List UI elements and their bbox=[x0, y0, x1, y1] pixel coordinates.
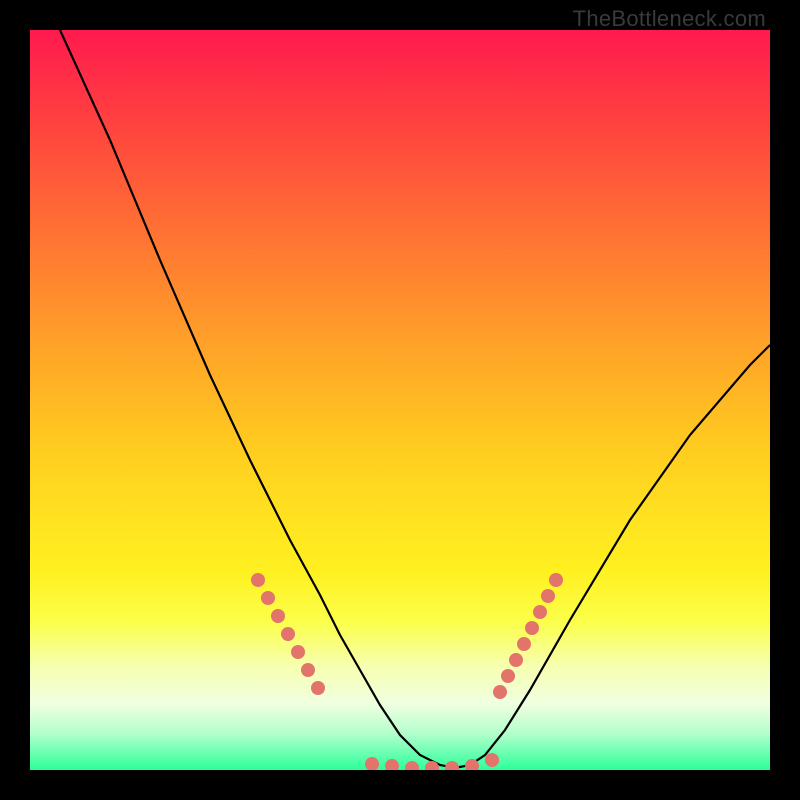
data-marker bbox=[493, 685, 507, 699]
data-marker bbox=[485, 753, 499, 767]
data-marker bbox=[271, 609, 285, 623]
data-marker bbox=[501, 669, 515, 683]
data-marker bbox=[541, 589, 555, 603]
data-marker bbox=[365, 757, 379, 770]
data-marker bbox=[261, 591, 275, 605]
data-marker bbox=[311, 681, 325, 695]
bottleneck-curve bbox=[60, 30, 770, 768]
data-marker bbox=[549, 573, 563, 587]
data-marker bbox=[301, 663, 315, 677]
data-marker bbox=[509, 653, 523, 667]
chart-svg bbox=[30, 30, 770, 770]
data-marker bbox=[385, 759, 399, 770]
data-marker bbox=[445, 761, 459, 770]
data-marker bbox=[405, 761, 419, 770]
data-marker bbox=[251, 573, 265, 587]
data-marker bbox=[517, 637, 531, 651]
data-marker bbox=[525, 621, 539, 635]
watermark-text: TheBottleneck.com bbox=[573, 6, 766, 32]
data-marker bbox=[533, 605, 547, 619]
data-marker bbox=[281, 627, 295, 641]
data-marker bbox=[291, 645, 305, 659]
